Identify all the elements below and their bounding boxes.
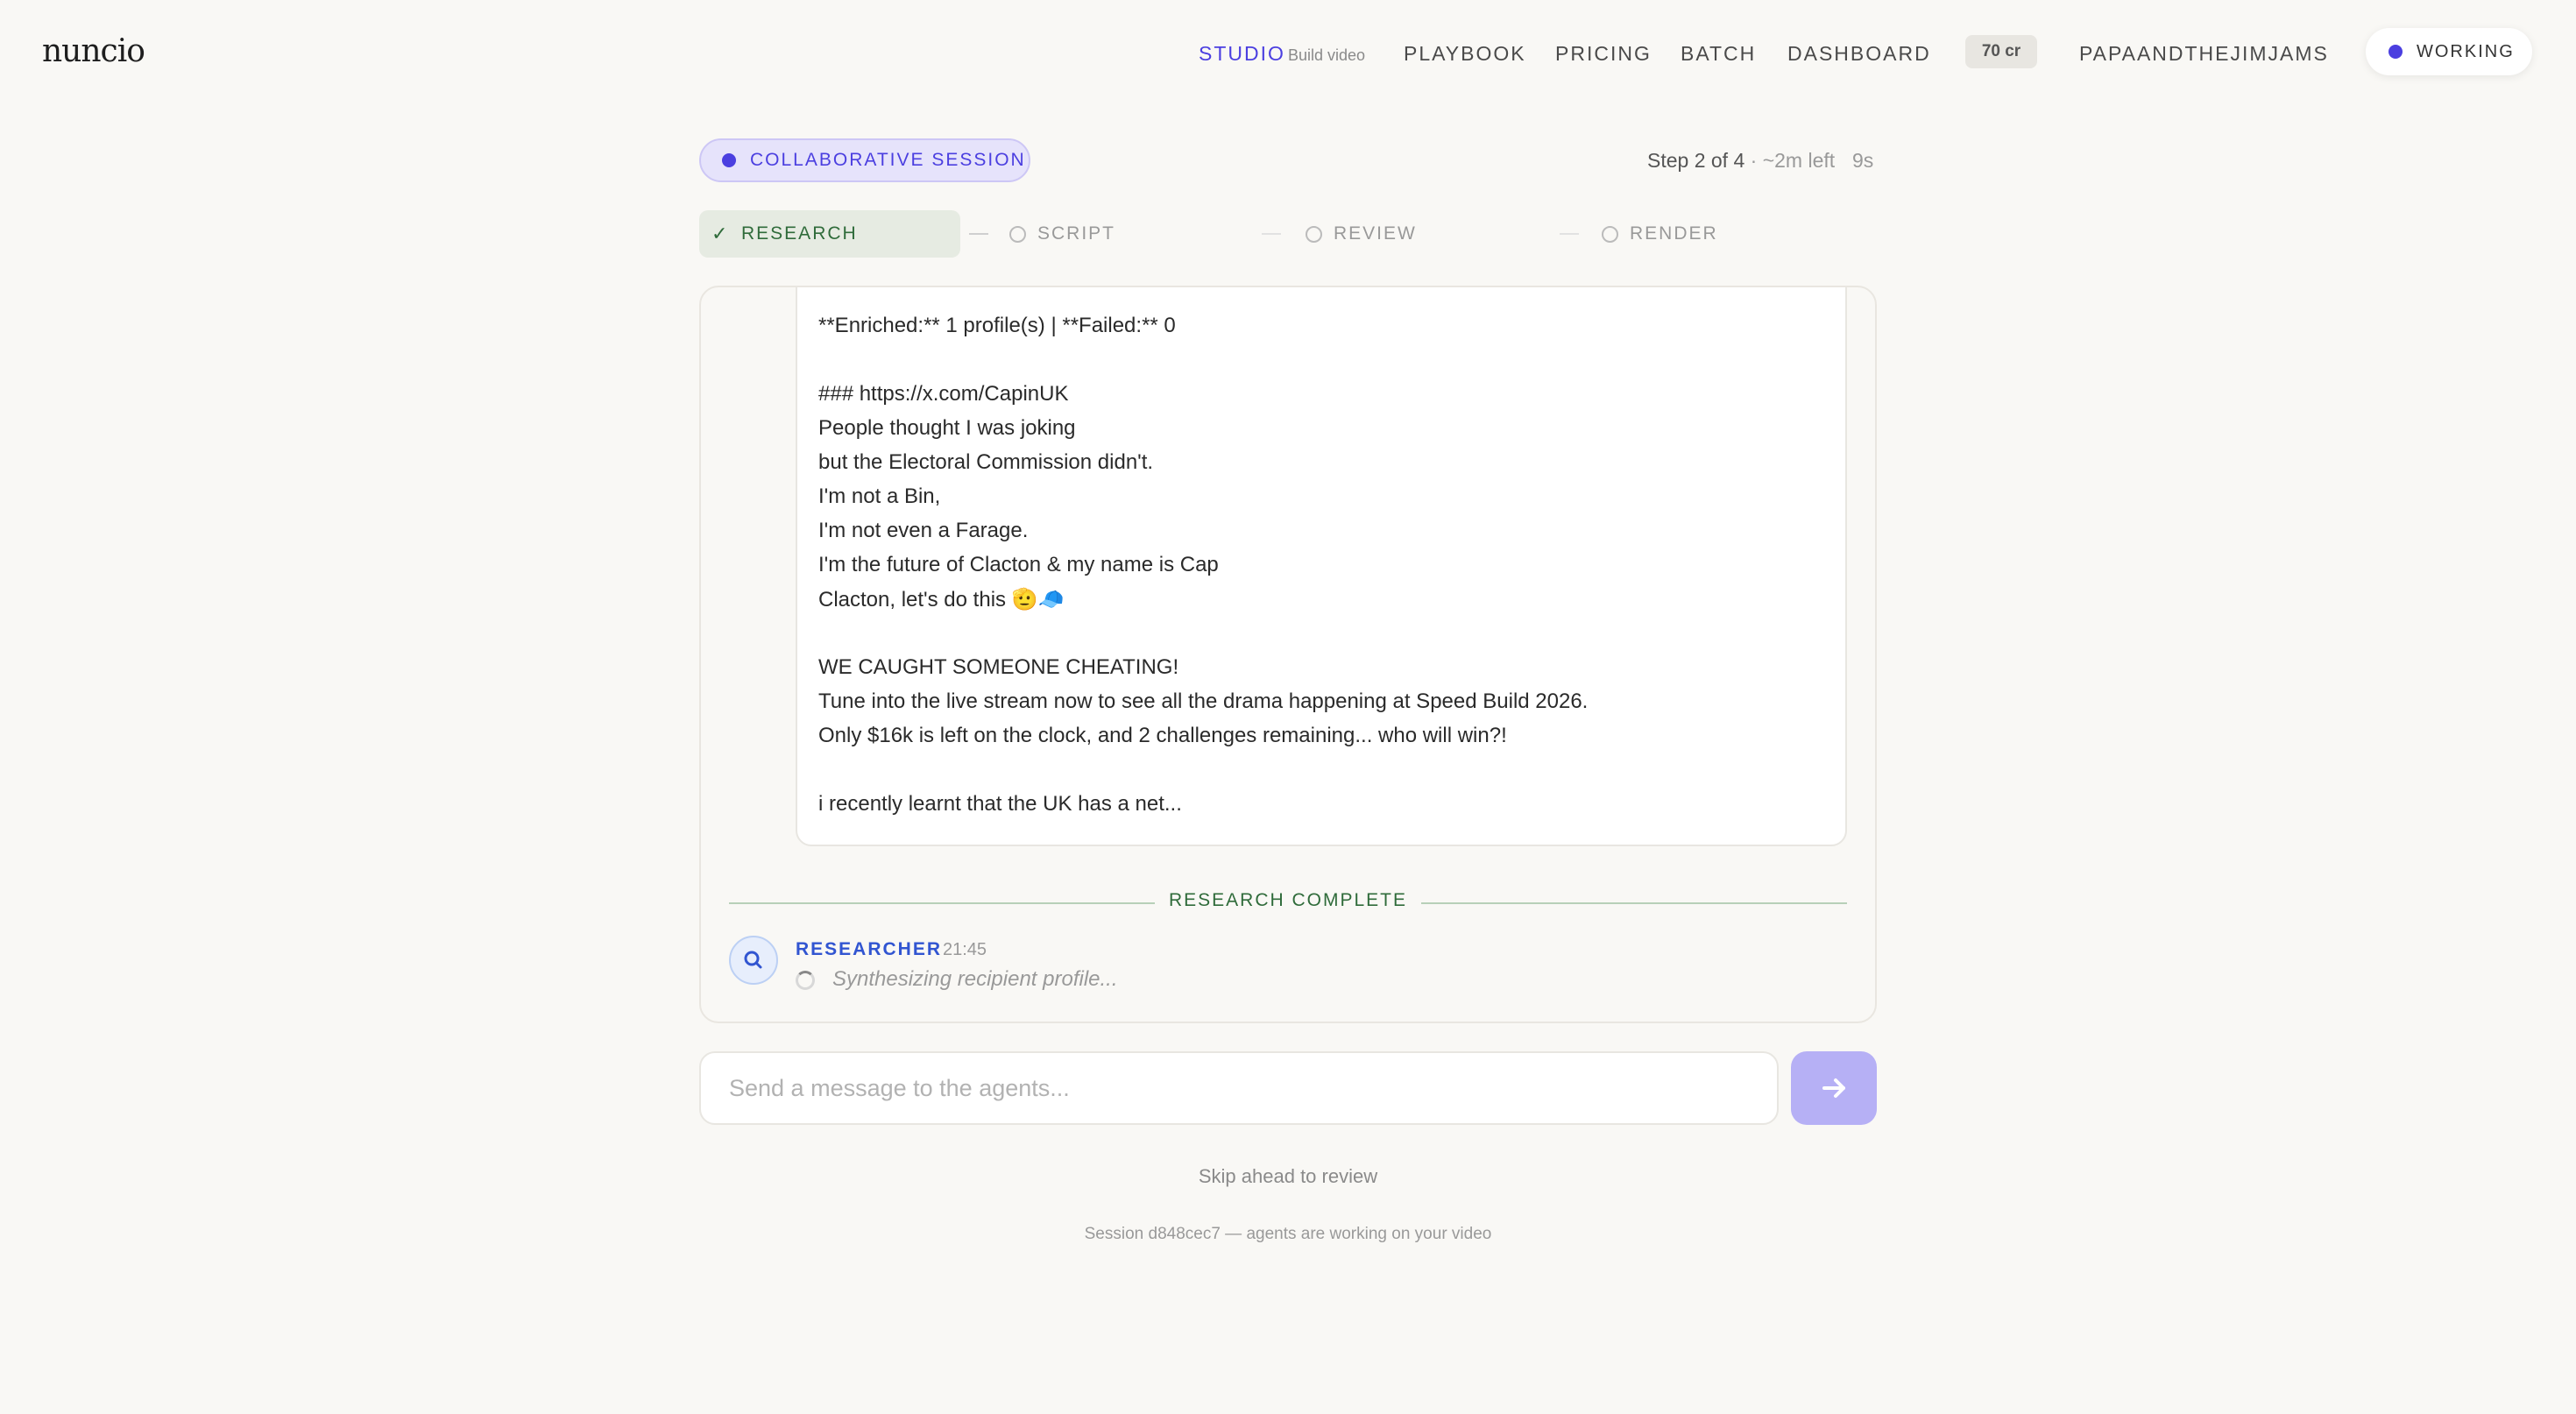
status-dot-icon [2388,45,2403,59]
empty-circle-icon [1009,226,1026,243]
message-line: **Enriched:** 1 profile(s) | **Failed:**… [818,314,1176,337]
step-count: Step 2 of 4 [1647,149,1745,172]
step-connector [1560,233,1579,235]
message-line: Only $16k is left on the clock, and 2 ch… [818,724,1507,747]
research-complete-divider: RESEARCH COMPLETE [729,890,1847,916]
step-render-label: RENDER [1630,223,1718,244]
message-line: i recently learnt that the UK has a net.… [818,792,1182,816]
step-review-label: REVIEW [1334,223,1417,244]
nav-pricing[interactable]: PRICING [1555,42,1652,66]
empty-circle-icon [1306,226,1322,243]
step-connector [969,233,988,235]
check-icon: ✓ [711,223,728,244]
message-line: ### https://x.com/CapinUK [818,382,1069,406]
message-input[interactable] [699,1051,1779,1125]
step-render[interactable]: RENDER [1602,210,1718,258]
top-header: nuncio STUDIO Build video PLAYBOOK PRICI… [0,0,2576,105]
step-script[interactable]: SCRIPT [1009,210,1115,258]
research-complete-label: RESEARCH COMPLETE [1154,890,1422,910]
message-line: Clacton, let's do this 🫡🧢 [818,588,1065,612]
message-line: Tune into the live stream now to see all… [818,689,1589,713]
nav-studio[interactable]: STUDIO [1199,42,1285,66]
step-review[interactable]: REVIEW [1306,210,1417,258]
agent-conversation-panel[interactable]: **Enriched:** 1 profile(s) | **Failed:**… [699,286,1877,1023]
working-status-pill: WORKING [2366,28,2532,75]
nav-playbook[interactable]: PLAYBOOK [1404,42,1526,66]
collaborative-session-badge: COLLABORATIVE SESSION [699,138,1030,182]
session-dot-icon [722,153,736,167]
credits-badge: 70 cr [1965,35,2037,68]
arrow-right-icon [1822,1078,1845,1098]
elapsed-timer: 9s [1852,149,1874,172]
agent-timestamp: 21:45 [943,940,987,959]
researcher-avatar [729,936,778,985]
skip-ahead-link[interactable]: Skip ahead to review [0,1165,2576,1188]
empty-circle-icon [1602,226,1618,243]
message-line: I'm the future of Clacton & my name is C… [818,553,1219,576]
message-line: WE CAUGHT SOMEONE CHEATING! [818,655,1179,679]
nav-user-account[interactable]: PAPAANDTHEJIMJAMS [2079,42,2329,66]
nav-dashboard[interactable]: DASHBOARD [1787,42,1931,66]
step-script-label: SCRIPT [1037,223,1116,244]
time-remaining: · ~2m left [1750,149,1836,172]
loading-spinner-icon [796,971,815,990]
search-icon [744,951,762,969]
send-button[interactable] [1791,1051,1877,1125]
step-research[interactable]: ✓ RESEARCH [699,210,960,258]
session-label: COLLABORATIVE SESSION [750,150,1026,170]
working-status-label: WORKING [2417,42,2515,61]
message-line: People thought I was joking [818,416,1076,440]
step-progress-text: Step 2 of 4 · ~2m left [1647,149,1835,173]
message-line: I'm not a Bin, [818,484,941,508]
message-line: but the Electoral Commission didn't. [818,450,1154,474]
step-connector [1262,233,1281,235]
nav-studio-subtitle: Build video [1288,46,1366,64]
session-footer-note: Session d848cec7 — agents are working on… [1084,1225,1492,1243]
nav-batch[interactable]: BATCH [1681,42,1756,66]
research-message-card: **Enriched:** 1 profile(s) | **Failed:**… [796,287,1847,846]
message-line: I'm not even a Farage. [818,519,1029,542]
agent-status-text: Synthesizing recipient profile... [832,967,1118,991]
step-research-label: RESEARCH [741,223,858,244]
main-nav: STUDIO Build video PLAYBOOK PRICING BATC… [0,0,2576,105]
agent-name: RESEARCHER [796,939,943,959]
